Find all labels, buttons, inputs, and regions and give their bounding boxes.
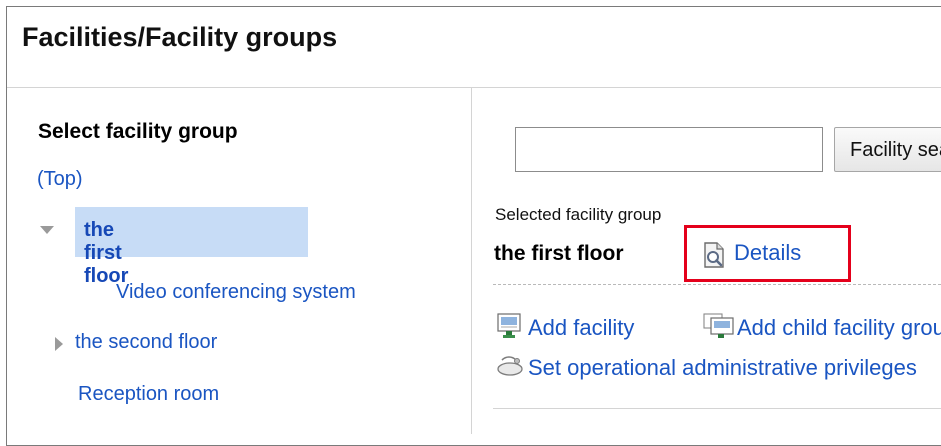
- tree-item-reception-room[interactable]: Reception room: [78, 383, 219, 406]
- facility-search-button[interactable]: Facility search: [834, 127, 941, 172]
- tree-item-label[interactable]: the second floor: [75, 331, 217, 354]
- expand-arrow-icon[interactable]: [55, 337, 63, 351]
- bottom-divider: [493, 408, 941, 409]
- selected-group-name: the first floor: [494, 242, 624, 265]
- page-title: Facilities/Facility groups: [22, 22, 338, 52]
- column-divider: [471, 88, 472, 434]
- add-facility-icon: [496, 313, 526, 345]
- tree-item-video-conferencing[interactable]: Video conferencing system: [116, 281, 356, 304]
- set-admin-privileges-label: Set operational administrative privilege…: [528, 354, 917, 380]
- details-link[interactable]: Details: [734, 240, 801, 266]
- add-facility-group-icon: [703, 313, 735, 345]
- select-facility-group-heading: Select facility group: [38, 120, 238, 143]
- title-divider: [7, 87, 941, 88]
- add-child-facility-group-link[interactable]: Add child facility group: [703, 313, 941, 345]
- top-link[interactable]: (Top): [37, 168, 83, 191]
- selected-group-label: Selected facility group: [495, 205, 662, 224]
- add-facility-link[interactable]: Add facility: [496, 313, 634, 345]
- tree-item-label: the first floor: [84, 219, 129, 287]
- facility-search-input[interactable]: [515, 127, 823, 172]
- privileges-icon: [496, 354, 526, 384]
- add-child-facility-group-label: Add child facility group: [737, 314, 941, 340]
- document-magnifier-icon[interactable]: [702, 242, 726, 273]
- dashed-divider: [493, 284, 941, 285]
- collapse-arrow-icon[interactable]: [40, 226, 54, 234]
- add-facility-label: Add facility: [528, 314, 635, 340]
- set-admin-privileges-link[interactable]: Set operational administrative privilege…: [496, 354, 917, 384]
